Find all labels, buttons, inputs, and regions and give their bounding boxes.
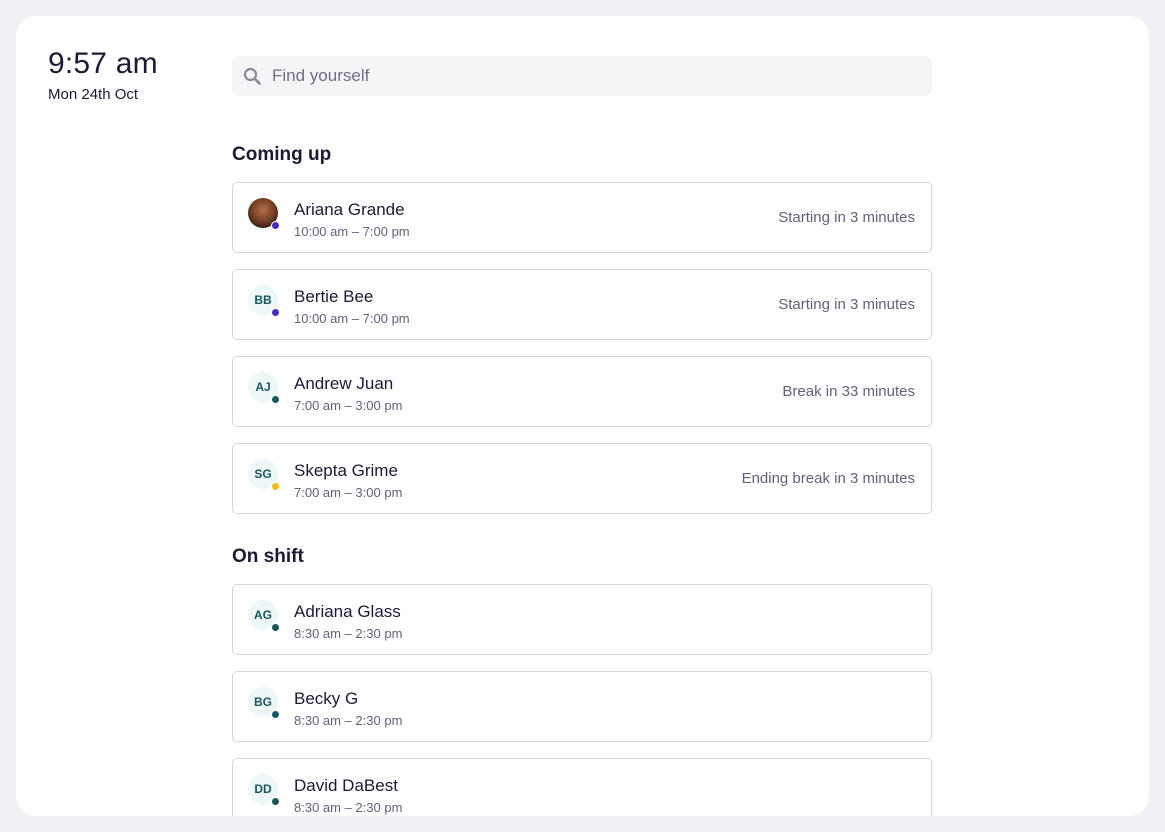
avatar: AJ (248, 372, 280, 404)
employee-name: David DaBest (294, 776, 398, 795)
status-dot (271, 623, 280, 632)
avatar (248, 198, 280, 230)
shift-status: Break in 33 minutes (782, 383, 915, 400)
on-shift-list: AG Adriana Glass 8:30 am – 2:30 pm BG Be… (232, 584, 932, 816)
employee-card[interactable]: BB Bertie Bee 10:00 am – 7:00 pm Startin… (232, 269, 932, 340)
status-dot (271, 308, 280, 317)
status-dot (271, 395, 280, 404)
coming-up-list: Ariana Grande 10:00 am – 7:00 pm Startin… (232, 182, 932, 514)
avatar: SG (248, 459, 280, 491)
avatar-initials: BG (254, 695, 272, 709)
status-dot (271, 221, 280, 230)
avatar-initials: BB (254, 293, 272, 307)
avatar: DD (248, 774, 280, 806)
employee-name: Becky G (294, 689, 359, 708)
section-title-on-shift: On shift (232, 546, 304, 567)
search-input[interactable] (272, 56, 912, 96)
main-content: Coming up Ariana Grande 10:00 am – 7:00 … (232, 56, 932, 816)
shift-status: Ending break in 3 minutes (741, 470, 915, 487)
avatar: BB (248, 285, 280, 317)
employee-card[interactable]: Ariana Grande 10:00 am – 7:00 pm Startin… (232, 182, 932, 253)
shift-time: 7:00 am – 3:00 pm (294, 398, 403, 413)
employee-card[interactable]: AG Adriana Glass 8:30 am – 2:30 pm (232, 584, 932, 655)
clock: 9:57 am Mon 24th Oct (48, 46, 158, 105)
shift-time: 8:30 am – 2:30 pm (294, 626, 403, 641)
clock-time: 9:57 am (48, 47, 158, 80)
employee-card[interactable]: BG Becky G 8:30 am – 2:30 pm (232, 671, 932, 742)
avatar-initials: AG (254, 608, 272, 622)
employee-name: Ariana Grande (294, 200, 405, 219)
employee-card[interactable]: AJ Andrew Juan 7:00 am – 3:00 pm Break i… (232, 356, 932, 427)
clock-date: Mon 24th Oct (48, 86, 139, 103)
shift-time: 8:30 am – 2:30 pm (294, 713, 403, 728)
avatar-initials: DD (254, 782, 272, 796)
avatar: BG (248, 687, 280, 719)
status-dot (271, 797, 280, 806)
shift-time: 8:30 am – 2:30 pm (294, 800, 403, 815)
employee-name: Andrew Juan (294, 374, 394, 393)
section-title-coming-up: Coming up (232, 144, 332, 165)
shift-time: 10:00 am – 7:00 pm (294, 311, 410, 326)
status-dot (271, 482, 280, 491)
search-bar[interactable] (232, 56, 932, 96)
employee-card[interactable]: SG Skepta Grime 7:00 am – 3:00 pm Ending… (232, 443, 932, 514)
shift-status: Starting in 3 minutes (778, 296, 915, 313)
shift-time: 7:00 am – 3:00 pm (294, 485, 403, 500)
status-dot (271, 710, 280, 719)
avatar: AG (248, 600, 280, 632)
employee-card[interactable]: DD David DaBest 8:30 am – 2:30 pm (232, 758, 932, 816)
employee-name: Adriana Glass (294, 602, 401, 621)
employee-name: Skepta Grime (294, 461, 398, 480)
avatar-initials: SG (254, 467, 272, 481)
shift-status: Starting in 3 minutes (778, 209, 915, 226)
kiosk-frame: 9:57 am Mon 24th Oct Coming up Ariana Gr… (16, 16, 1149, 816)
employee-name: Bertie Bee (294, 287, 374, 306)
shift-time: 10:00 am – 7:00 pm (294, 224, 410, 239)
search-icon (243, 67, 261, 85)
avatar-initials: AJ (255, 380, 271, 394)
